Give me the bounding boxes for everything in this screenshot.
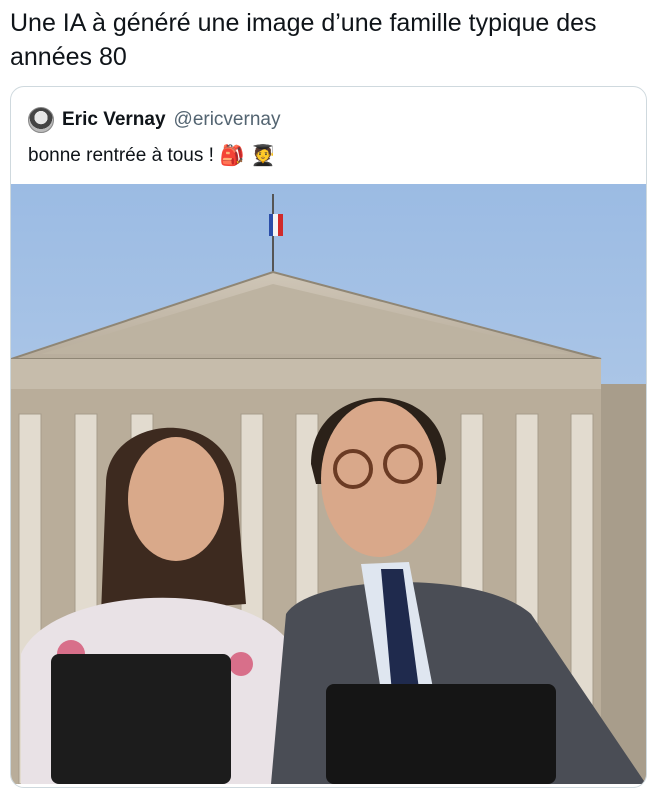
- avatar[interactable]: [28, 107, 54, 133]
- quoted-tweet-body: bonne rentrée à tous !: [28, 145, 214, 166]
- side-wing: [601, 384, 646, 784]
- quoted-tweet-text: bonne rentrée à tous ! 🎒 🧑‍🎓: [28, 145, 276, 167]
- author-handle[interactable]: @ericvernay: [174, 109, 281, 131]
- author-name[interactable]: Eric Vernay: [62, 109, 166, 131]
- quoted-tweet-card[interactable]: Eric Vernay @ericvernay bonne rentrée à …: [10, 86, 647, 788]
- entablature: [11, 359, 601, 389]
- student-emoji-icon: 🧑‍🎓: [250, 145, 276, 167]
- tweet-photo[interactable]: [11, 184, 646, 784]
- backpack-emoji-icon: 🎒: [219, 145, 245, 167]
- quoted-tweet-header: Eric Vernay @ericvernay: [28, 105, 280, 135]
- post-text: Une IA à généré une image d’une famille …: [10, 9, 597, 71]
